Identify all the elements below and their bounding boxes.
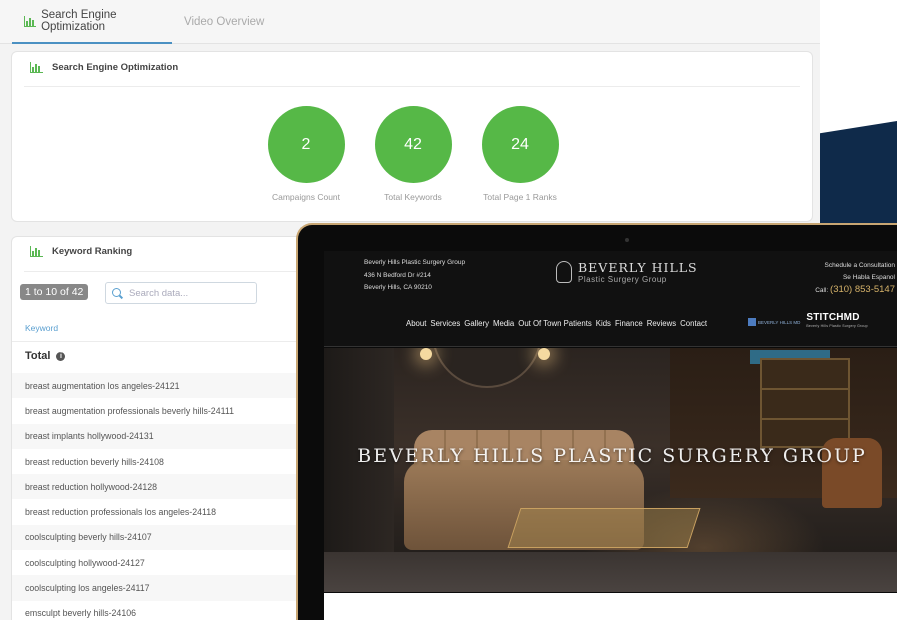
- tab-seo-label: Search Engine Optimization: [41, 9, 117, 33]
- info-icon[interactable]: i: [56, 351, 66, 361]
- search-box[interactable]: [105, 282, 257, 304]
- nav-about[interactable]: About: [406, 319, 426, 328]
- site-contact: Schedule a Consultation Se Habla Espanol…: [815, 260, 895, 297]
- schedule-consultation-link[interactable]: Schedule a Consultation: [815, 260, 895, 272]
- seo-card-title-text: Search Engine Optimization: [52, 62, 179, 73]
- hero-title: BEVERLY HILLS PLASTIC SURGERY GROUP: [357, 445, 867, 467]
- bar-chart-icon: [24, 15, 37, 27]
- call-line: Call: (310) 853-5147: [815, 284, 895, 297]
- stat-circle: 42: [374, 106, 452, 183]
- tab-video-overview[interactable]: Video Overview: [184, 0, 264, 44]
- partner-logos: BEVERLY HILLS MD STITCHMD Beverly Hills …: [748, 313, 868, 331]
- nav-services[interactable]: Services: [430, 319, 460, 328]
- logo-face-icon: [556, 261, 572, 283]
- partner2-subtext: Beverly Hills Plastic Surgery Group: [806, 324, 868, 328]
- logo-text: BEVERLY HILLS Plastic Surgery Group: [578, 260, 698, 284]
- search-input[interactable]: [129, 287, 249, 299]
- stat-total-keywords: 42 Total Keywords: [358, 106, 468, 202]
- tab-bar: Search Engine Optimization Video Overvie…: [0, 0, 820, 44]
- total-label: Total: [25, 350, 51, 362]
- content-area: [324, 593, 897, 620]
- stat-label: Total Page 1 Ranks: [483, 192, 557, 202]
- hero-table: [507, 508, 701, 548]
- hero-lamp: [538, 348, 550, 360]
- stat-page1-ranks: 24 Total Page 1 Ranks: [465, 106, 575, 202]
- stat-label: Total Keywords: [384, 192, 442, 202]
- nav-gallery[interactable]: Gallery: [464, 319, 489, 328]
- address-line: 436 N Bedford Dr #214: [364, 271, 431, 279]
- search-icon: [112, 287, 123, 299]
- hero-floor: [324, 552, 897, 592]
- phone-link[interactable]: (310) 853-5147: [830, 284, 895, 295]
- webcam-dot: [625, 238, 629, 242]
- partner1-text: BEVERLY HILLS MD: [758, 319, 801, 325]
- address-line: Beverly Hills, CA 90210: [364, 284, 432, 292]
- column-header-keyword[interactable]: Keyword: [25, 323, 58, 333]
- divider: [24, 86, 800, 87]
- logo-main: BEVERLY HILLS: [578, 260, 698, 275]
- total-row: Total i: [25, 350, 66, 362]
- partner-logo-bhmd[interactable]: BEVERLY HILLS MD: [748, 318, 800, 326]
- stat-circle: 2: [267, 106, 345, 183]
- stat-label: Campaigns Count: [271, 192, 341, 202]
- bar-chart-icon: [30, 62, 43, 73]
- partner-logo-stitchmd[interactable]: STITCHMD Beverly Hills Plastic Surgery G…: [806, 313, 867, 331]
- address-line: Beverly Hills Plastic Surgery Group: [364, 259, 466, 266]
- stat-circle: 24: [481, 106, 559, 183]
- tab-video-label: Video Overview: [184, 16, 265, 28]
- hero-shelves: [760, 358, 850, 448]
- pagination-count: 1 to 10 of 42: [20, 284, 89, 300]
- keyword-card-title-text: Keyword Ranking: [52, 246, 133, 257]
- logo-sub: Plastic Surgery Group: [578, 275, 667, 284]
- nav-finance[interactable]: Finance: [615, 319, 643, 328]
- keyword-card-title: Keyword Ranking: [30, 246, 132, 257]
- bar-chart-icon: [30, 246, 43, 257]
- laptop-mockup: Beverly Hills Plastic Surgery Group 436 …: [296, 223, 897, 620]
- seo-card-title: Search Engine Optimization: [30, 62, 178, 73]
- divider: [24, 271, 338, 272]
- background-area: [820, 0, 897, 121]
- decorative-navy-panel: [820, 121, 897, 223]
- hero-lamp: [420, 348, 432, 360]
- nav-media[interactable]: Media: [493, 319, 514, 328]
- nav-contact[interactable]: Contact: [680, 319, 707, 328]
- site-logo[interactable]: BEVERLY HILLS Plastic Surgery Group: [556, 260, 698, 284]
- site-address: Beverly Hills Plastic Surgery Group 436 …: [364, 257, 465, 295]
- hero-image: BEVERLY HILLS PLASTIC SURGERY GROUP: [324, 348, 897, 592]
- nav-out-of-town[interactable]: Out Of Town Patients: [518, 319, 592, 328]
- website-screen: Beverly Hills Plastic Surgery Group 436 …: [324, 251, 897, 620]
- stat-campaigns-count: 2 Campaigns Count: [251, 106, 361, 202]
- tab-seo[interactable]: Search Engine Optimization: [12, 0, 172, 44]
- site-header: Beverly Hills Plastic Surgery Group 436 …: [324, 251, 897, 347]
- site-nav: About Services Gallery Media Out Of Town…: [406, 319, 707, 328]
- spanish-note: Se Habla Espanol: [842, 274, 895, 281]
- call-label: Call:: [815, 287, 829, 294]
- bhmd-logo-icon: [748, 318, 756, 326]
- nav-kids[interactable]: Kids: [596, 319, 611, 328]
- hero-mirror: [432, 348, 542, 388]
- seo-card: Search Engine Optimization 2 Campaigns C…: [11, 51, 813, 222]
- nav-reviews[interactable]: Reviews: [647, 319, 676, 328]
